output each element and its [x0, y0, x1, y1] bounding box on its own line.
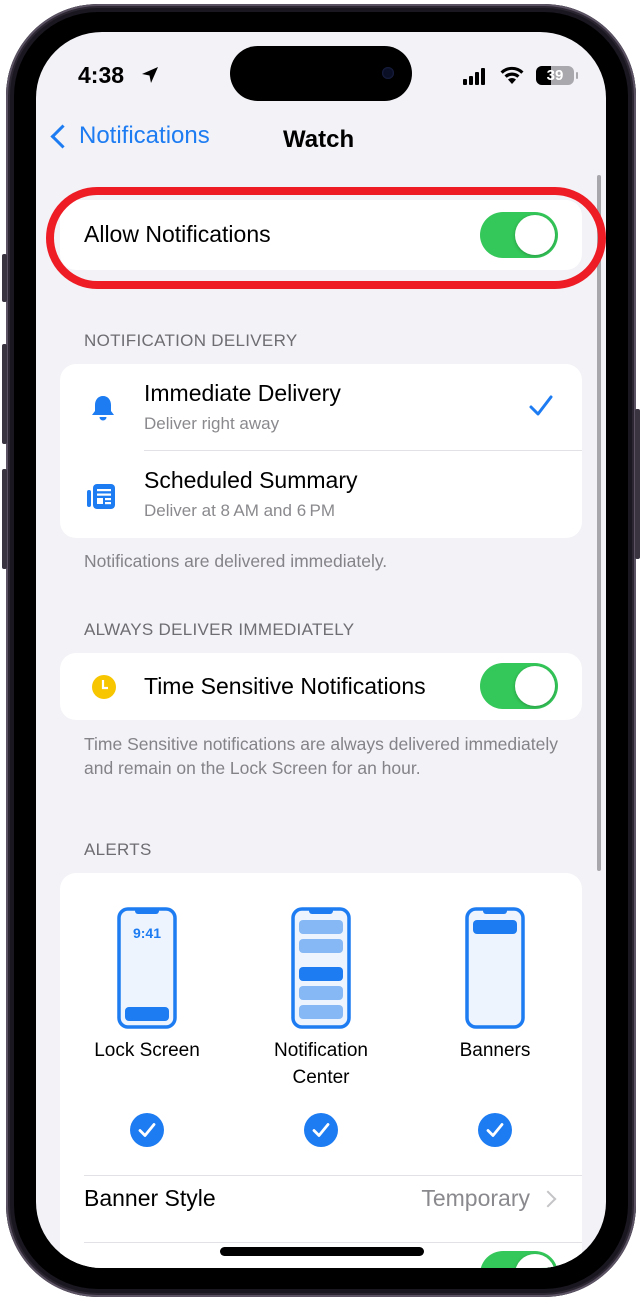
- preview-time: 9:41: [133, 925, 161, 941]
- time-sensitive-toggle[interactable]: [480, 663, 558, 709]
- checkmark-icon: [486, 1123, 504, 1137]
- alert-option-label: Banners: [459, 1040, 531, 1061]
- banner-style-value: Temporary: [421, 1185, 530, 1211]
- option-subtitle: Deliver right away: [144, 414, 280, 433]
- summary-icon: [87, 484, 115, 509]
- banners-preview-icon: [465, 907, 525, 1029]
- toggle-knob: [515, 666, 555, 706]
- allow-notifications-row: Allow Notifications: [60, 200, 582, 270]
- home-indicator[interactable]: [220, 1247, 424, 1256]
- alert-option-banners[interactable]: Banners: [420, 907, 570, 1064]
- alerts-group: 9:41 Lock Screen Notification Center Ban…: [60, 873, 582, 1268]
- alert-option-notification-center[interactable]: Notification Center: [246, 907, 396, 1091]
- option-title: Immediate Delivery: [144, 380, 341, 406]
- back-button[interactable]: Notifications: [46, 122, 210, 150]
- time-sensitive-label: Time Sensitive Notifications: [144, 673, 426, 699]
- clock-icon: [92, 675, 116, 699]
- lock-screen-preview-icon: 9:41: [117, 907, 177, 1029]
- checkmark-icon: [529, 395, 553, 416]
- time-sensitive-footer: Time Sensitive notifications are always …: [84, 734, 558, 778]
- checkmark-icon: [312, 1123, 330, 1137]
- alert-option-lock-screen[interactable]: 9:41 Lock Screen: [72, 907, 222, 1064]
- delivery-options-group: Immediate Delivery Deliver right away Sc…: [60, 364, 582, 538]
- option-title: Scheduled Summary: [144, 467, 358, 493]
- option-subtitle: Deliver at 8 AM and 6 PM: [144, 501, 336, 520]
- back-button-label: Notifications: [79, 122, 210, 149]
- battery-tip: [576, 72, 578, 79]
- chevron-right-icon: [539, 1190, 557, 1208]
- dynamic-island: [230, 46, 412, 101]
- section-header-delivery: NOTIFICATION DELIVERY: [84, 331, 298, 350]
- scrollbar[interactable]: [597, 175, 601, 871]
- volume-down-button: [2, 469, 7, 569]
- action-button: [2, 254, 7, 302]
- alert-option-label: Lock Screen: [94, 1040, 200, 1061]
- wifi-icon: [500, 66, 524, 84]
- location-arrow-icon: [142, 67, 158, 83]
- cellular-signal-icon: [463, 68, 485, 85]
- delivery-option-immediate[interactable]: Immediate Delivery Deliver right away: [60, 364, 582, 451]
- status-time: 4:38: [78, 62, 125, 88]
- banner-style-label: Banner Style: [84, 1185, 216, 1211]
- separator: [84, 1175, 582, 1176]
- delivery-footer: Notifications are delivered immediately.: [84, 551, 388, 571]
- battery-icon: 39: [536, 66, 574, 85]
- battery-percent: 39: [546, 67, 564, 84]
- volume-up-button: [2, 344, 7, 444]
- camera-icon: [382, 67, 394, 79]
- toggle-knob: [515, 1254, 555, 1268]
- alert-option-label: Notification Center: [274, 1040, 368, 1088]
- notification-center-preview-icon: [291, 907, 351, 1029]
- chevron-left-icon: [50, 123, 75, 149]
- allow-notifications-label: Allow Notifications: [84, 221, 271, 247]
- bell-icon: [92, 396, 114, 421]
- side-button: [635, 409, 640, 559]
- allow-notifications-toggle[interactable]: [480, 212, 558, 258]
- lock-screen-checkbox[interactable]: [130, 1113, 164, 1147]
- toggle-knob: [515, 215, 555, 255]
- next-setting-toggle[interactable]: [480, 1251, 558, 1268]
- separator: [84, 1242, 582, 1243]
- notification-center-checkbox[interactable]: [304, 1113, 338, 1147]
- time-sensitive-row: Time Sensitive Notifications: [60, 653, 582, 720]
- delivery-option-scheduled[interactable]: Scheduled Summary Deliver at 8 AM and 6 …: [60, 451, 582, 537]
- section-header-always-deliver: ALWAYS DELIVER IMMEDIATELY: [84, 620, 355, 639]
- checkmark-icon: [138, 1123, 156, 1137]
- section-header-alerts: ALERTS: [84, 840, 152, 859]
- screen: 4:38 39 Notifications Watch Allow Notifi…: [36, 32, 606, 1268]
- page-title: Watch: [283, 126, 355, 153]
- banners-checkbox[interactable]: [478, 1113, 512, 1147]
